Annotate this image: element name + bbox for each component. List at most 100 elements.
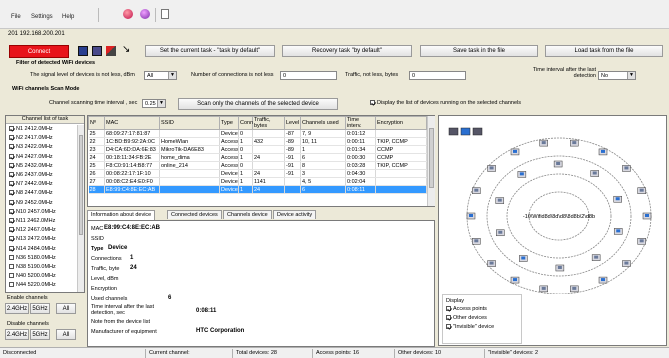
table-row[interactable]: 26 00:08:22:17:1F:10 Device 1 24 -91 3 0:04:30 [88, 169, 427, 178]
display-option[interactable]: "Invisible" device [446, 324, 494, 330]
table-row[interactable]: 25 68:09:27:17:81:87 Device 0 -87 7, 9 0:01:12 [88, 129, 427, 138]
scan-selected-channels-button[interactable]: Scan only the channels of the selected d… [178, 98, 338, 110]
channel-item[interactable]: N14 2484.0MHz [9, 246, 56, 252]
connect-button[interactable]: Connect [9, 45, 69, 58]
device-screen-icon [639, 188, 644, 192]
channel-item[interactable]: N7 2442.0MHz [9, 181, 53, 187]
channel-item[interactable]: N1 2412.0MHz [9, 126, 53, 132]
channel-item[interactable]: N10 2457.0MHz [9, 209, 56, 215]
table-row[interactable]: 24 00:18:11:34:FB:2E home_dima Access 1 24 -91… [88, 153, 427, 162]
column-header[interactable]: MAC [104, 116, 160, 130]
enable-5ghz-button[interactable]: 5GHz [30, 303, 50, 314]
table-cell: 1 [238, 153, 253, 162]
tab-information[interactable]: Information about device [87, 210, 156, 220]
table-cell: 4, 5 [300, 177, 346, 186]
menu-settings[interactable]: Settings [31, 14, 53, 20]
main-window: File Settings Help 201 192.168.200.201 C… [0, 0, 669, 358]
display-option[interactable]: Access points [446, 306, 487, 312]
table-cell [375, 177, 427, 186]
type-label: Type [91, 246, 104, 252]
table-cell: HomeWlan [159, 137, 220, 146]
menu-file[interactable]: File [11, 14, 21, 20]
table-cell: Device [219, 185, 239, 194]
load-task-button[interactable]: Load task from the file [545, 45, 663, 57]
channel-item[interactable]: N36 5180.0MHz [9, 255, 56, 261]
column-header[interactable]: Channels used [300, 116, 346, 130]
column-header[interactable]: Conn [238, 116, 253, 130]
save-task-button[interactable]: Save task in the file [420, 45, 538, 57]
device-screen-icon [519, 172, 524, 176]
tab-connected[interactable]: Connected devices [167, 210, 222, 219]
filter-icon[interactable]: ↘ [122, 44, 130, 55]
checkbox-icon [9, 236, 14, 242]
channel-scrollbar[interactable] [77, 125, 84, 292]
menu-help[interactable]: Help [62, 14, 74, 20]
save-icon[interactable] [78, 46, 88, 56]
disable-24ghz-button[interactable]: 2.4GHz [5, 329, 29, 340]
column-header[interactable]: Level [284, 116, 301, 130]
channel-item[interactable]: N9 2452.0MHz [9, 200, 53, 206]
tab-channels[interactable]: Channels device [223, 210, 272, 219]
device-screen-icon [572, 286, 577, 290]
channel-item[interactable]: N5 2432.0MHz [9, 163, 53, 169]
channel-item[interactable]: N44 5220.0MHz [9, 282, 56, 288]
record-icon[interactable] [123, 9, 133, 19]
channel-item[interactable]: N6 2437.0MHz [9, 172, 53, 178]
checkbox-icon [9, 199, 14, 205]
interval-filter-select[interactable]: No ▼ [598, 71, 636, 80]
column-header[interactable]: Time interv. [345, 116, 376, 130]
channel-item[interactable]: N8 2447.0MHz [9, 190, 53, 196]
chevron-down-icon: ▼ [627, 72, 635, 79]
channel-item[interactable]: N38 5190.0MHz [9, 264, 56, 270]
scrollbar-thumb[interactable] [79, 135, 83, 235]
table-row[interactable]: 28 E8:99:C4:8E:EC:AB Device 1 24 6 0:08:11 [88, 185, 427, 194]
column-header[interactable]: SSID [159, 116, 220, 130]
table-cell: 7, 9 [300, 129, 346, 138]
table-cell: 23 [88, 145, 105, 154]
channel-item-label: N38 5190.0MHz [16, 264, 56, 270]
enable-all-button[interactable]: All [56, 303, 76, 314]
channel-item[interactable]: N3 2422.0MHz [9, 144, 53, 150]
display-running-checkbox[interactable]: Display the list of devices running on t… [370, 100, 521, 106]
channel-item[interactable]: N2 2417.0MHz [9, 135, 53, 141]
table-row[interactable]: 27 00:08:C2:E4:E0:F0 Device 1 1141 4, 5 0:02:0… [88, 177, 427, 186]
checkbox-icon [9, 190, 14, 196]
disable-all-button[interactable]: All [56, 329, 76, 340]
connections-filter-input[interactable]: 0 [280, 71, 337, 80]
column-header[interactable]: Encryption [375, 116, 427, 130]
stop-icon[interactable] [140, 9, 150, 19]
table-cell: 0:08:11 [345, 185, 376, 194]
traffic-filter-input[interactable]: 0 [409, 71, 466, 80]
enable-24ghz-button[interactable]: 2.4GHz [5, 303, 29, 314]
channel-item[interactable]: N11 2462.0MHz [9, 218, 55, 224]
table-row[interactable]: 22 1C:BD:B9:92:2A:0C HomeWlan Access 1 432 -89… [88, 137, 427, 146]
network-map[interactable]: -10\Wifid8d\8d\d8\8d8b\2\d8b Display Acc… [438, 115, 667, 346]
device-screen-icon [541, 141, 546, 145]
table-cell: -87 [284, 129, 301, 138]
device-screen-icon [513, 149, 517, 153]
signal-level-select[interactable]: All ▼ [144, 71, 177, 80]
delete-icon[interactable] [106, 46, 116, 56]
display-option[interactable]: Other devices [446, 315, 487, 321]
interval-value: 0:08:11 [196, 308, 217, 314]
save-as-icon[interactable] [92, 46, 102, 56]
table-row[interactable]: 25 F8:C0:91:14:B8:77 online_214 Access 0 -91 8… [88, 161, 427, 170]
tab-activity[interactable]: Device activity [273, 210, 317, 219]
scan-time-select[interactable]: 0.25 ▼ [142, 99, 166, 108]
channel-item[interactable]: N12 2467.0MHz [9, 227, 56, 233]
column-header[interactable]: Nº [88, 116, 105, 130]
document-icon[interactable] [161, 9, 169, 19]
set-task-button[interactable]: Set the current task - "task by default" [145, 45, 275, 57]
channel-item[interactable]: N4 2427.0MHz [9, 154, 53, 160]
computer-icon [472, 127, 483, 136]
table-row[interactable]: 23 D4:CA:6D:DA:6E:83 MikroTik-DA6E83 Access… [88, 145, 427, 154]
device-table-scrollbar[interactable] [427, 116, 435, 206]
column-header[interactable]: Type [219, 116, 239, 130]
table-cell: 24 [88, 153, 105, 162]
channel-item[interactable]: N40 5200.0MHz [9, 273, 56, 279]
disable-5ghz-button[interactable]: 5GHz [30, 329, 50, 340]
recovery-task-button[interactable]: Recovery task "by default" [282, 45, 412, 57]
channel-item[interactable]: N13 2472.0MHz [9, 236, 56, 242]
scrollbar-thumb[interactable] [429, 128, 434, 188]
column-header[interactable]: Traffic, bytes [252, 116, 285, 130]
